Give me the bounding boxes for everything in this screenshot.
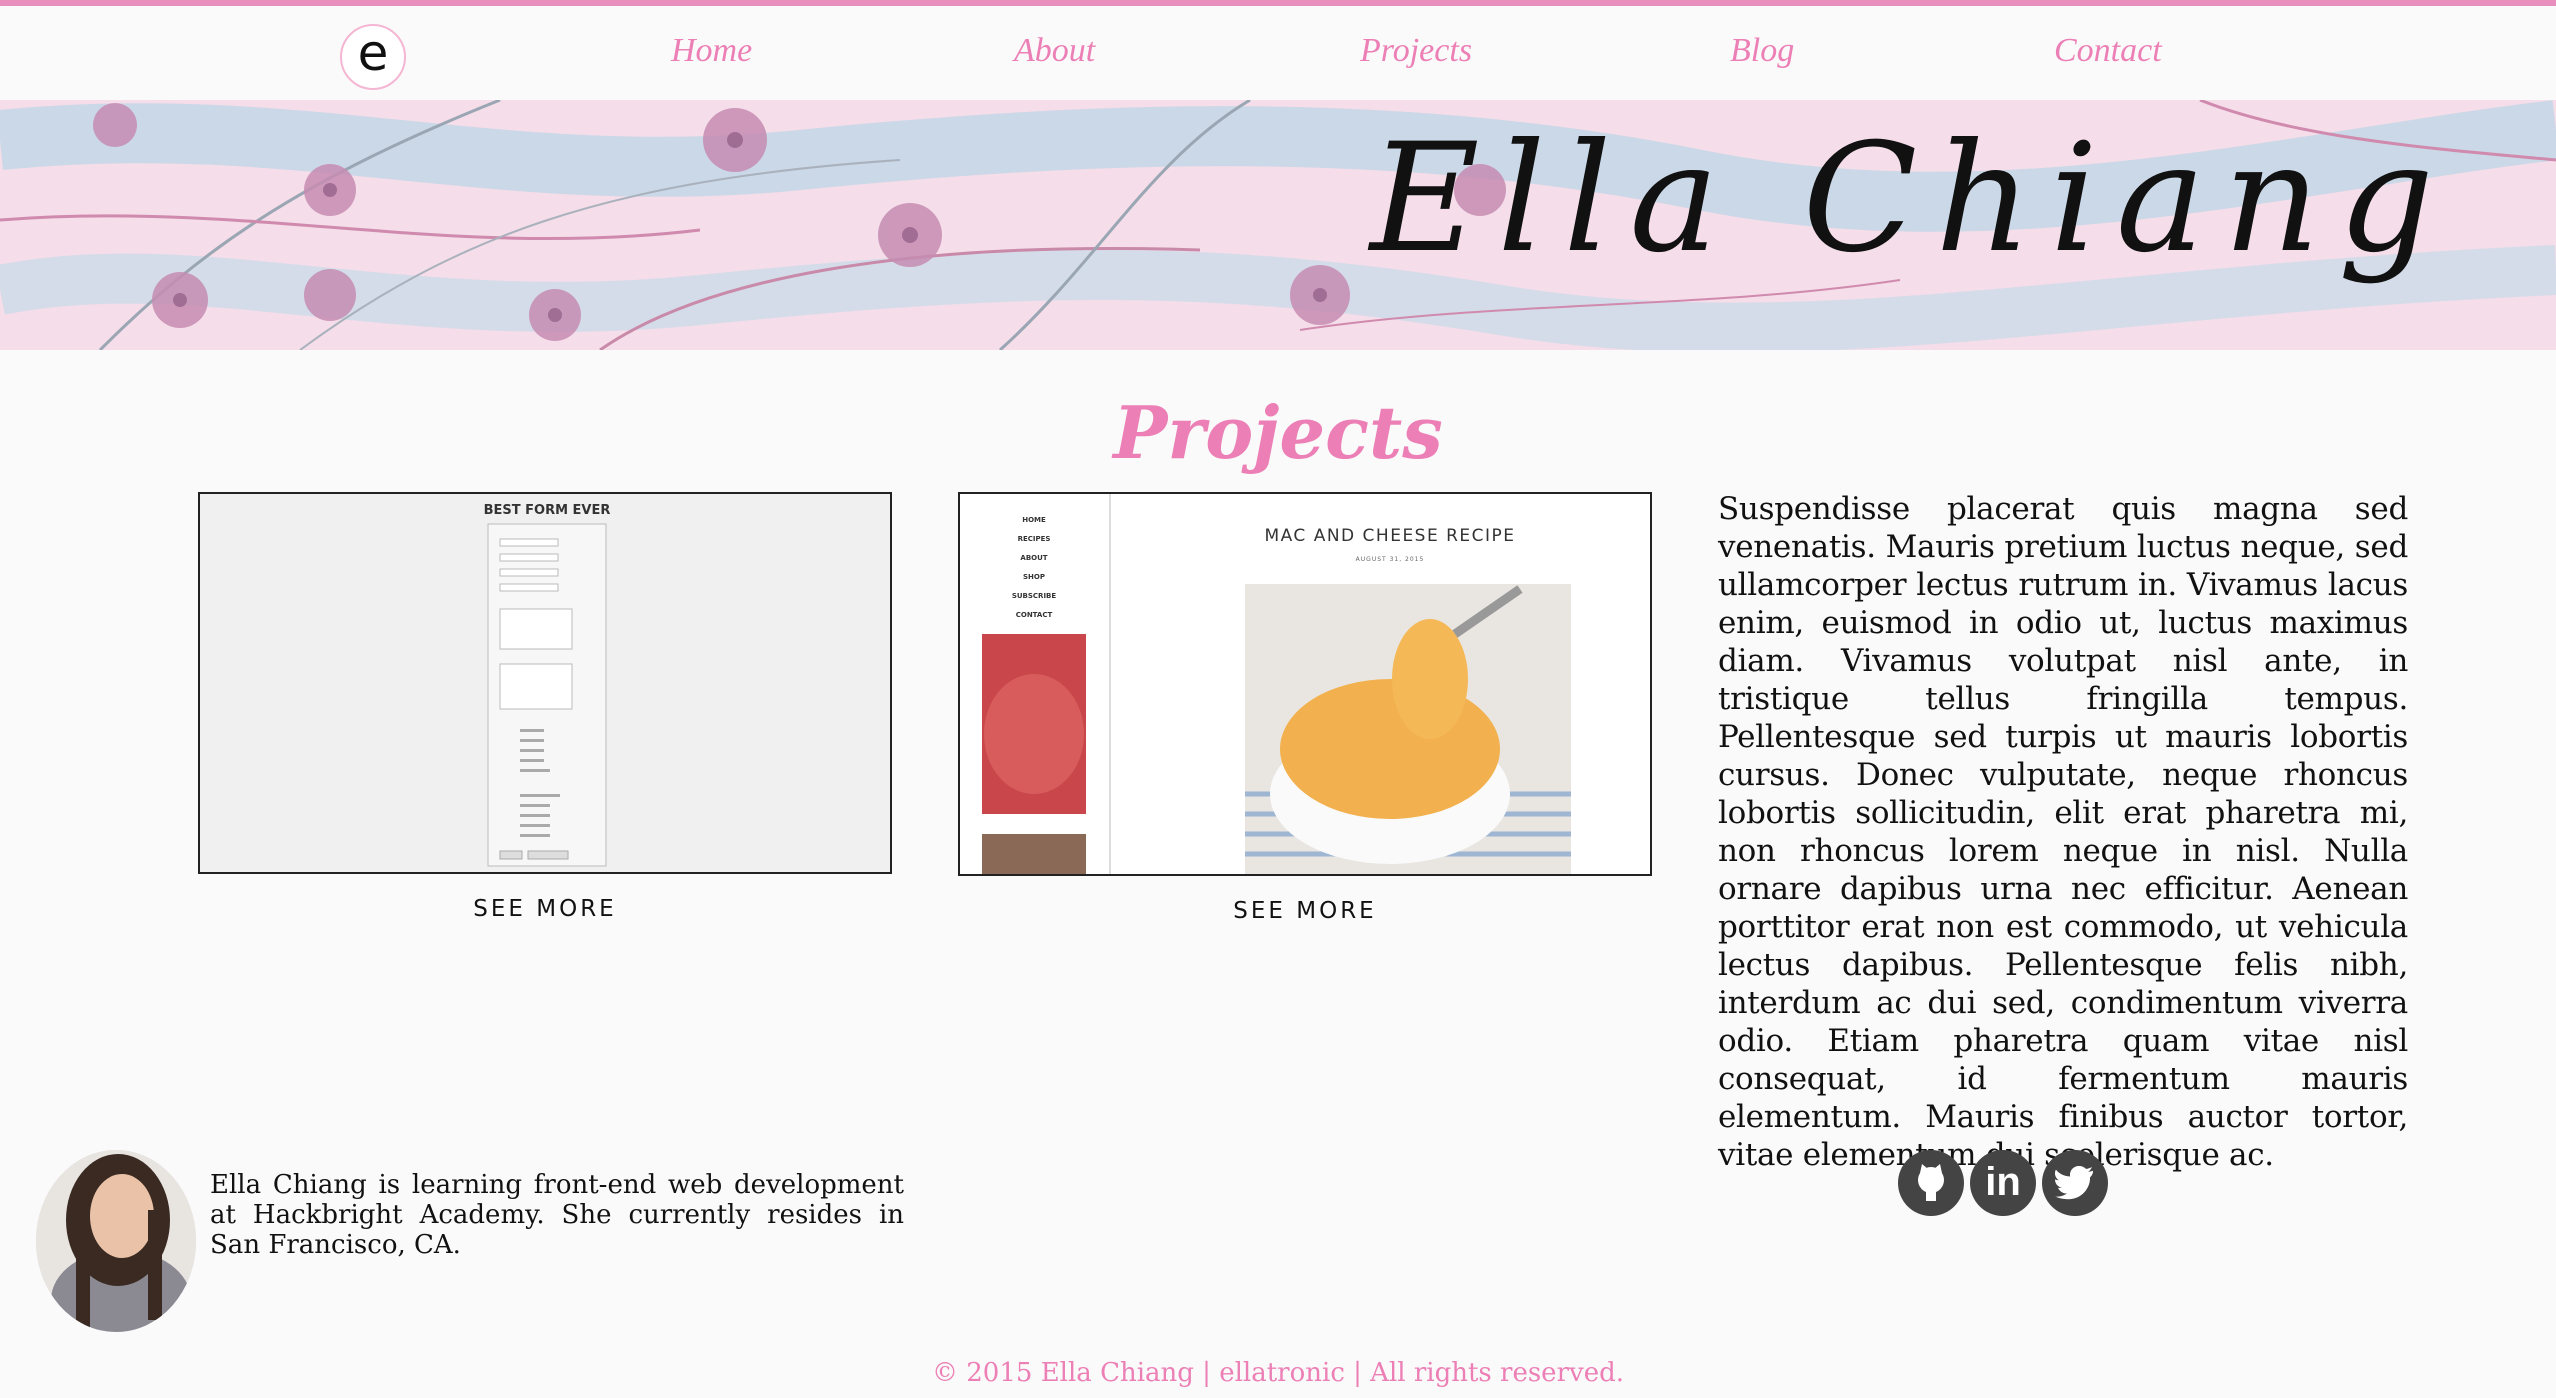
see-more-button-2[interactable]: SEE MORE [958,898,1652,924]
page-title: Projects [1113,390,1443,475]
linkedin-icon-glyph: in [1985,1159,2021,1204]
logo[interactable]: e [340,24,406,90]
projects-description: Suspendisse placerat quis magna sed vene… [1718,491,2408,1173]
bio-text: Ella Chiang is learning front-end web de… [210,1170,904,1260]
profile-photo [36,1150,196,1332]
nav-contact[interactable]: Contact [2054,32,2162,70]
project-thumbnail-form[interactable]: BEST FORM EVER [198,492,892,874]
nav-blog[interactable]: Blog [1730,32,1794,70]
recipe-title: MAC AND CHEESE RECIPE [1264,526,1515,546]
recipe-menu-subscribe: SUBSCRIBE [1012,592,1057,600]
recipe-menu-recipes: RECIPES [1018,535,1051,543]
twitter-icon[interactable] [2042,1150,2108,1216]
recipe-screenshot: HOME RECIPES ABOUT SHOP SUBSCRIBE CONTAC… [960,494,1650,874]
logo-letter: e [357,24,389,82]
recipe-menu-contact: CONTACT [1016,611,1053,619]
recipe-date: AUGUST 31, 2015 [1356,556,1425,563]
project-thumbnail-recipe[interactable]: HOME RECIPES ABOUT SHOP SUBSCRIBE CONTAC… [958,492,1652,876]
form-screenshot: BEST FORM EVER [200,494,890,872]
nav-projects[interactable]: Projects [1360,32,1472,70]
nav-bar: e Home About Projects Blog Contact [0,6,2556,100]
see-more-button-1[interactable]: SEE MORE [198,896,892,922]
footer-copyright: © 2015 Ella Chiang | ellatronic | All ri… [932,1358,1624,1388]
banner-signature: Ella Chiang [1367,112,2452,286]
header-banner: Ella Chiang [0,100,2556,350]
nav-about[interactable]: About [1014,32,1095,70]
recipe-menu-shop: SHOP [1023,573,1045,581]
form-title: BEST FORM EVER [484,503,611,518]
recipe-menu-home: HOME [1022,516,1046,524]
linkedin-icon[interactable]: in [1970,1150,2036,1216]
recipe-menu-about: ABOUT [1020,554,1047,562]
blossom-artwork: Ella Chiang [0,100,2556,350]
github-icon[interactable] [1898,1150,1964,1216]
nav-home[interactable]: Home [671,32,752,70]
